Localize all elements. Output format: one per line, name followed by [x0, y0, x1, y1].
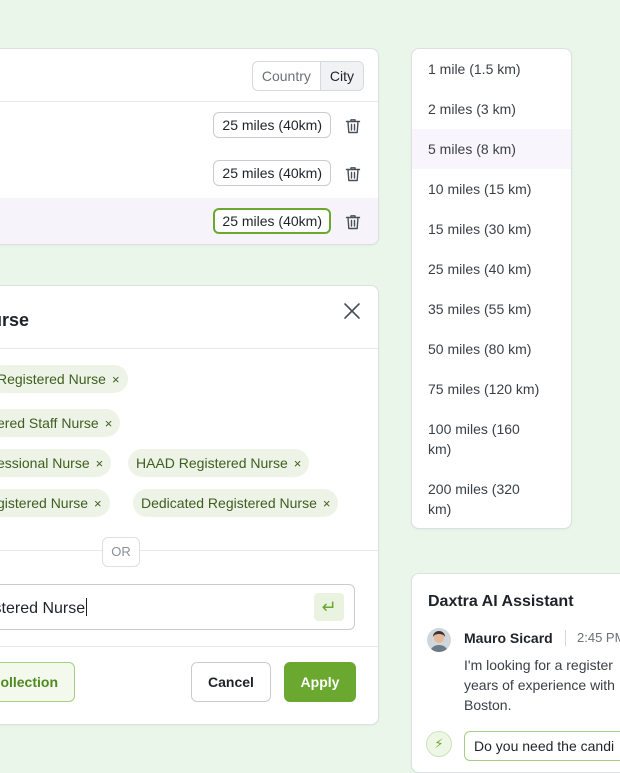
distance-option[interactable]: 1 mile (1.5 km) — [412, 59, 571, 79]
remove-tag-icon[interactable]: × — [294, 456, 302, 471]
distance-option[interactable]: 50 miles (80 km) — [412, 339, 571, 359]
cancel-button[interactable]: Cancel — [191, 662, 271, 702]
tag-label: gistered Nurse — [0, 495, 89, 511]
remove-tag-icon[interactable]: × — [323, 496, 331, 511]
distance-select-active[interactable]: 25 miles (40km) — [213, 208, 331, 234]
location-row-selected: 25 miles (40km) — [0, 198, 378, 244]
tag-label: ered Staff Nurse — [0, 415, 99, 431]
distance-option[interactable]: 35 miles (55 km) — [412, 299, 571, 319]
tag-label: Registered Nurse — [0, 371, 106, 387]
job-title-modal: urse Registered Nurse × ered Staff Nurse ×… — [0, 285, 379, 725]
close-icon[interactable] — [342, 301, 362, 321]
trash-icon[interactable] — [344, 213, 362, 231]
message-timestamp: 2:45 PM — [577, 630, 620, 645]
message-line: Boston. — [464, 697, 512, 713]
distance-option-hover[interactable]: 5 miles (8 km) — [412, 129, 571, 169]
distance-option[interactable]: 200 miles (320 km) — [412, 479, 571, 519]
remove-tag-icon[interactable]: × — [94, 496, 102, 511]
modal-title: urse — [0, 310, 30, 330]
distance-select[interactable]: 25 miles (40km) — [213, 112, 331, 138]
assistant-reply: Do you need the candi — [464, 731, 620, 761]
divider — [565, 630, 566, 646]
remove-tag-icon[interactable]: × — [96, 456, 104, 471]
distance-option[interactable]: 10 miles (15 km) — [412, 179, 571, 199]
toggle-city[interactable]: City — [319, 62, 363, 90]
user-name: Mauro Sicard — [464, 630, 553, 646]
suggested-title-tag[interactable]: ered Staff Nurse × — [0, 409, 121, 437]
remove-tag-icon[interactable]: × — [105, 416, 113, 431]
assistant-bolt-icon: ⚡ — [426, 731, 452, 757]
distance-option[interactable]: 25 miles (40 km) — [412, 259, 571, 279]
assistant-title: Daxtra AI Assistant — [428, 593, 574, 610]
or-separator: OR — [102, 537, 140, 567]
apply-button[interactable]: Apply — [284, 662, 356, 702]
distance-option[interactable]: 15 miles (30 km) — [412, 219, 571, 239]
save-collection-button[interactable]: ollection — [0, 662, 75, 702]
distance-option[interactable]: 75 miles (120 km) — [412, 379, 571, 399]
option-line: 200 miles (320 — [428, 481, 520, 497]
ai-assistant-panel: Daxtra AI Assistant Mauro Sicard 2:45 PM… — [411, 573, 620, 773]
toggle-country[interactable]: Country — [253, 62, 320, 90]
distance-option[interactable]: 2 miles (3 km) — [412, 99, 571, 119]
distance-dropdown: 1 mile (1.5 km) 2 miles (3 km) 5 miles (… — [411, 48, 572, 529]
divider — [0, 348, 378, 349]
text-caret — [86, 598, 88, 616]
job-title-input-value: istered Nurse — [0, 598, 88, 617]
trash-icon[interactable] — [344, 165, 362, 183]
option-line: 100 miles (160 — [428, 421, 520, 437]
user-avatar — [427, 628, 451, 652]
suggested-title-tag[interactable]: HAAD Registered Nurse × — [128, 449, 310, 477]
tag-label: Dedicated Registered Nurse — [141, 495, 317, 511]
option-line: km) — [428, 501, 452, 517]
enter-icon[interactable]: ↵ — [314, 593, 344, 621]
location-row: 25 miles (40km) — [0, 150, 378, 198]
or-divider-line — [0, 550, 378, 551]
distance-select[interactable]: 25 miles (40km) — [213, 160, 331, 186]
remove-tag-icon[interactable]: × — [112, 372, 120, 387]
job-title-input[interactable]: istered Nurse ↵ — [0, 584, 355, 630]
option-line: km) — [428, 441, 452, 457]
location-card: Country City 25 miles (40km) 25 miles (4… — [0, 48, 379, 245]
tag-label: HAAD Registered Nurse — [136, 455, 288, 471]
suggested-title-tag[interactable]: Registered Nurse × — [0, 365, 128, 393]
location-type-toggle: Country City — [251, 61, 364, 91]
suggested-title-tag[interactable]: gistered Nurse × — [0, 489, 110, 517]
user-message: I'm looking for a register years of expe… — [464, 655, 620, 715]
suggested-title-tag[interactable]: Dedicated Registered Nurse × — [133, 489, 339, 517]
message-line: years of experience with — [464, 677, 615, 693]
trash-icon[interactable] — [344, 117, 362, 135]
location-row: 25 miles (40km) — [0, 102, 378, 150]
divider — [0, 646, 378, 647]
message-line: I'm looking for a register — [464, 657, 613, 673]
suggested-title-tag[interactable]: essional Nurse × — [0, 449, 112, 477]
distance-option[interactable]: 100 miles (160 km) — [412, 419, 571, 459]
tag-label: essional Nurse — [0, 455, 90, 471]
